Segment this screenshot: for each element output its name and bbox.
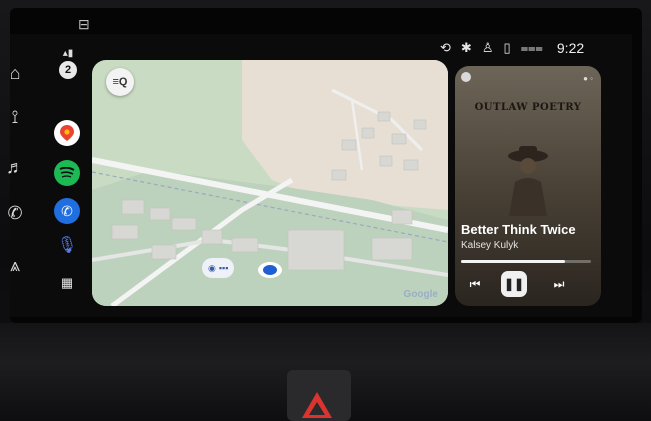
current-location-marker	[258, 262, 282, 278]
notification-indicator[interactable]: ▴▮ 2	[56, 48, 80, 79]
status-time: 9:22	[556, 40, 585, 56]
car-dashboard: ⊟ ⟲ ✱ ♙ ▯ ⩶ 9:22 ⌂ ⟟ ♬ ✆ ⩓ ▴▮ 2 ✆ 🎙︎ ▦ ≡…	[0, 0, 651, 421]
track-title: Better Think Twice	[461, 222, 576, 237]
phone-icon[interactable]: ✆	[0, 198, 30, 228]
home-icon[interactable]: ⌂	[0, 58, 30, 88]
hazard-icon-inner	[309, 402, 325, 415]
map-search-button[interactable]: ≡Q	[106, 68, 134, 96]
navigation-icon[interactable]: ⩓	[0, 250, 30, 280]
bluetooth-icon: ✱	[460, 40, 472, 55]
phone-signal-icon: ▯	[503, 40, 511, 55]
previous-track-button[interactable]: ⏮	[465, 274, 485, 294]
track-artist: Kalsey Kulyk	[461, 240, 519, 251]
now-playing-card[interactable]: ● ◦ OUTLAW POETRY Better Think Twice Kal…	[455, 66, 601, 306]
maps-app-icon[interactable]	[54, 120, 80, 146]
spotify-source-icon	[461, 72, 471, 82]
play-pause-button[interactable]: ❚❚	[501, 271, 527, 297]
spotify-app-icon[interactable]	[54, 160, 80, 186]
location-label: ▪▪▪	[218, 263, 229, 273]
album-cover-figure	[508, 146, 548, 216]
microphone-icon[interactable]: 🎙︎	[54, 232, 80, 258]
playback-progress-bar[interactable]	[461, 260, 591, 263]
phone-app-icon[interactable]: ✆	[54, 198, 80, 224]
radio-icon[interactable]: ⟟	[0, 102, 30, 132]
next-track-button[interactable]: ⏭	[549, 274, 569, 294]
status-bar: ⟲ ✱ ♙ ▯ ⩶ 9:22	[440, 36, 630, 60]
playback-progress-fill	[461, 260, 565, 263]
music-icon[interactable]: ♬	[0, 152, 30, 182]
album-title: OUTLAW POETRY	[474, 102, 582, 113]
compass-icon: ◉	[208, 262, 216, 273]
person-icon: ♙	[481, 40, 494, 55]
wifi-signal-icon: ⩶	[520, 40, 543, 55]
window-layout-icon[interactable]: ⊟	[78, 16, 94, 34]
notification-badge: 2	[59, 61, 77, 79]
app-grid-icon[interactable]: ▦	[54, 270, 80, 296]
more-options-icon[interactable]: ● ◦	[583, 74, 593, 83]
map-view[interactable]: ≡Q ◉ ▪▪▪ Google	[92, 60, 448, 306]
signal-icon: ▴▮	[62, 48, 74, 59]
map-attribution: Google	[403, 289, 438, 300]
navigation-info-pill[interactable]: ◉ ▪▪▪	[202, 258, 235, 278]
siri-icon: ⟲	[440, 40, 451, 55]
oem-sidebar: ⌂ ⟟ ♬ ✆ ⩓	[0, 40, 36, 300]
